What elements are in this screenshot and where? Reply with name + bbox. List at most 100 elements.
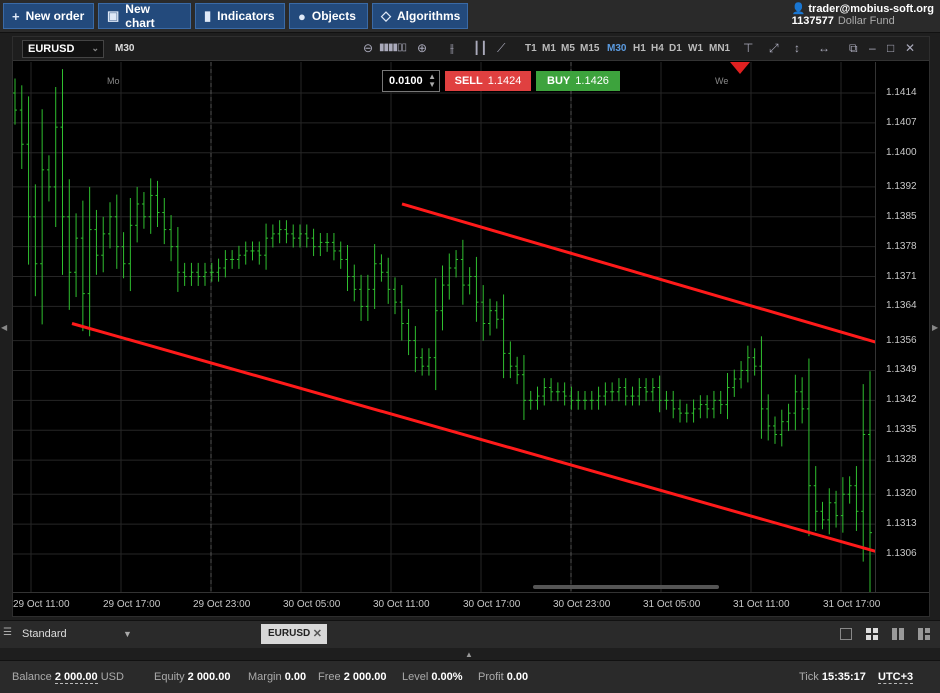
- tf-h4[interactable]: H4: [651, 43, 664, 54]
- detach-icon[interactable]: ⧉: [849, 41, 858, 56]
- lot-size-stepper[interactable]: 0.0100 ▲ ▼: [382, 70, 440, 92]
- zoom-slider-icon[interactable]: ▮▮▮▮▯▯: [379, 42, 407, 53]
- right-panel-toggle-icon[interactable]: ▶: [932, 323, 938, 332]
- chart-icon: ▣: [107, 8, 120, 23]
- tf-m5[interactable]: M5: [561, 43, 575, 54]
- algorithms-button[interactable]: ◇ Algorithms: [372, 3, 468, 29]
- time-tick-label: 29 Oct 11:00: [13, 599, 70, 610]
- layout-single-icon[interactable]: [840, 628, 852, 640]
- time-tick-label: 30 Oct 23:00: [553, 599, 611, 610]
- account-user: trader@mobius-soft.org: [808, 3, 934, 15]
- price-tick-label: 1.1313: [886, 518, 917, 530]
- tf-d1[interactable]: D1: [669, 43, 682, 54]
- maximize-icon[interactable]: □: [887, 41, 894, 55]
- time-tick-label: 31 Oct 05:00: [643, 599, 701, 610]
- tf-t1[interactable]: T1: [525, 43, 537, 54]
- tf-m1[interactable]: M1: [542, 43, 556, 54]
- tf-m15[interactable]: M15: [580, 43, 599, 54]
- chevron-down-icon[interactable]: ▼: [123, 629, 132, 639]
- price-tick-label: 1.1320: [886, 488, 917, 500]
- price-tick-label: 1.1356: [886, 334, 917, 346]
- timezone-select[interactable]: UTC+3: [878, 671, 914, 684]
- time-tick-label: 30 Oct 05:00: [283, 599, 341, 610]
- price-tick-label: 1.1414: [886, 87, 917, 98]
- stepper-arrows-icon[interactable]: ▲ ▼: [428, 73, 436, 89]
- time-axis[interactable]: 29 Oct 11:00 29 Oct 17:00 29 Oct 23:00 30 O…: [13, 592, 929, 616]
- horizontal-tool-icon[interactable]: ↔: [818, 41, 830, 55]
- zoom-in-icon[interactable]: ⊕: [417, 41, 427, 55]
- time-tick-label: 29 Oct 17:00: [103, 599, 161, 610]
- bar-chart-icon: ▮: [204, 8, 212, 23]
- terminal-window: + New order ▣ New chart ▮ Indicators ● O…: [0, 0, 940, 693]
- period-marker-icon: [730, 62, 750, 74]
- tf-mn1[interactable]: MN1: [709, 43, 730, 54]
- price-tick-label: 1.1400: [886, 146, 917, 158]
- price-tick-label: 1.1371: [886, 270, 917, 282]
- trendline-tool-icon[interactable]: ⤢: [769, 41, 779, 56]
- balance: Balance 2 000.00 USD: [12, 671, 124, 684]
- chart-header: EURUSD ⌄ M30 ⊖ ▮▮▮▮▯▯ ⊕ ⫲ ┃┃ ⟋ T1 M1 M5 …: [13, 37, 929, 61]
- layout-grid-icon[interactable]: [866, 628, 878, 640]
- candles-icon[interactable]: ┃┃: [473, 41, 487, 55]
- diamond-icon: ◇: [381, 8, 391, 23]
- chart-scrollbar[interactable]: [533, 585, 719, 589]
- new-chart-button[interactable]: ▣ New chart: [98, 2, 191, 30]
- tf-h1[interactable]: H1: [633, 43, 646, 54]
- price-tick-label: 1.1349: [886, 364, 917, 376]
- price-tick-label: 1.1306: [886, 548, 917, 559]
- margin: Margin 0.00: [248, 671, 307, 683]
- price-tick-label: 1.1392: [886, 180, 917, 192]
- account-fund: Dollar Fund: [837, 15, 895, 27]
- menu-icon[interactable]: ☰: [3, 627, 12, 638]
- new-order-button[interactable]: + New order: [3, 3, 94, 29]
- user-icon: 👤: [791, 3, 806, 15]
- time-tick-label: 31 Oct 17:00: [823, 599, 881, 610]
- free-margin: Free 2 000.00: [318, 671, 387, 683]
- tf-w1[interactable]: W1: [688, 43, 703, 54]
- vline-tool-icon[interactable]: ↕: [794, 41, 800, 55]
- price-tick-label: 1.1328: [886, 454, 917, 466]
- tick-time: Tick 15:35:17: [799, 671, 866, 683]
- close-tab-icon[interactable]: ✕: [313, 627, 322, 640]
- price-axis[interactable]: 1.1414 1.1407 1.1400 1.1392 1.1385 1.1378 1.13…: [875, 62, 929, 592]
- price-tick-label: 1.1378: [886, 240, 917, 252]
- time-tick-label: 31 Oct 11:00: [733, 599, 790, 610]
- tf-m30[interactable]: M30: [607, 43, 626, 54]
- chart-tab-eurusd[interactable]: EURUSD ✕: [261, 624, 327, 644]
- timeframe-label: M30: [115, 43, 135, 54]
- buy-button[interactable]: BUY 1.1426: [536, 71, 620, 91]
- equity: Equity 2 000.00: [154, 671, 231, 683]
- price-tick-label: 1.1364: [886, 300, 917, 312]
- price-chart[interactable]: [13, 62, 875, 592]
- indicators-button[interactable]: ▮ Indicators: [195, 3, 285, 29]
- price-tick-label: 1.1407: [886, 116, 917, 128]
- workspace-select[interactable]: Standard: [22, 628, 67, 640]
- price-tick-label: 1.1335: [886, 424, 917, 436]
- account-info[interactable]: 👤 trader@mobius-soft.org 1137577 Dollar F…: [792, 2, 934, 27]
- layout-rows-icon[interactable]: [918, 628, 930, 640]
- symbol-select[interactable]: EURUSD ⌄: [22, 40, 104, 58]
- workspace-bar: ☰ Standard ▼ EURUSD ✕: [0, 620, 940, 648]
- crosshair-icon[interactable]: ⫲: [450, 41, 454, 56]
- hline-tool-icon[interactable]: ⊤: [743, 41, 753, 55]
- plus-icon: +: [12, 8, 20, 24]
- status-bar: Balance 2 000.00 USD Equity 2 000.00 Mar…: [0, 660, 940, 693]
- price-tick-label: 1.1385: [886, 210, 917, 222]
- upper-channel-line: [401, 202, 875, 344]
- main-toolbar: + New order ▣ New chart ▮ Indicators ● O…: [0, 0, 940, 33]
- line-chart-icon[interactable]: ⟋: [497, 41, 505, 56]
- zoom-out-icon[interactable]: ⊖: [363, 41, 373, 55]
- objects-button[interactable]: ● Objects: [289, 3, 368, 29]
- day-label: We: [715, 76, 729, 86]
- margin-level: Level 0.00%: [402, 671, 463, 683]
- minimize-icon[interactable]: –: [869, 41, 876, 55]
- close-icon[interactable]: ✕: [905, 41, 915, 55]
- left-panel-toggle-icon[interactable]: ◀: [1, 323, 7, 332]
- sell-button[interactable]: SELL 1.1424: [445, 71, 531, 91]
- time-tick-label: 29 Oct 23:00: [193, 599, 251, 610]
- layout-columns-icon[interactable]: [892, 628, 904, 640]
- shapes-icon: ●: [298, 8, 306, 24]
- time-tick-label: 30 Oct 11:00: [373, 599, 430, 610]
- expand-panel-icon[interactable]: ▲: [465, 650, 473, 659]
- one-click-trading: 0.0100 ▲ ▼ SELL 1.1424 BUY 1.1426: [382, 70, 620, 92]
